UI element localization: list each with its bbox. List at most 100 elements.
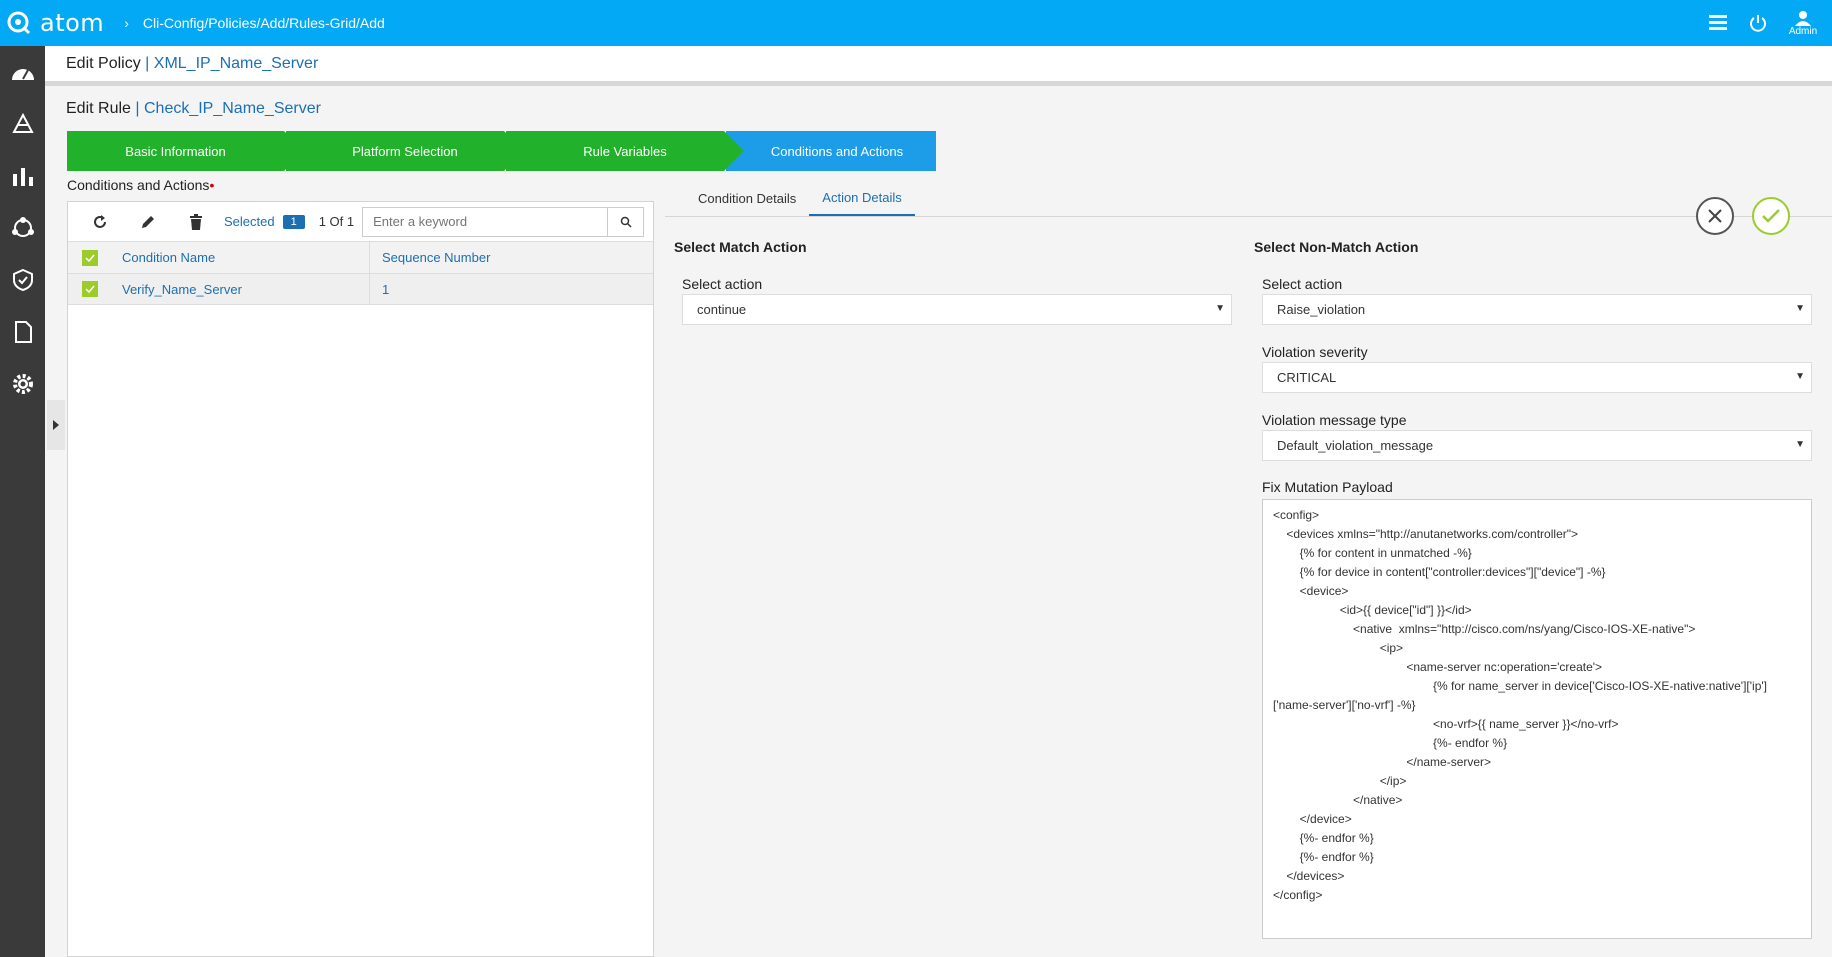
sidebar-item-resources[interactable] [0, 98, 45, 150]
conditions-title: Conditions and Actions• [67, 177, 214, 193]
condition-name-cell[interactable]: Verify_Name_Server [112, 274, 370, 304]
violation-message-type-value: Default_violation_message [1277, 438, 1434, 453]
chevron-right-icon [53, 420, 59, 430]
breadcrumb-separator: › [124, 15, 129, 31]
document-icon [14, 321, 32, 343]
non-match-action-value: Raise_violation [1277, 302, 1366, 317]
search-box [362, 206, 645, 237]
rule-separator: | [135, 100, 140, 117]
user-menu[interactable]: Admin [1778, 10, 1828, 37]
sidebar-item-settings[interactable] [0, 358, 45, 410]
search-icon [620, 216, 632, 228]
refresh-icon [94, 214, 106, 228]
step-conditions-and-actions[interactable]: Conditions and Actions [726, 131, 936, 171]
dashboard-icon [11, 69, 34, 80]
sidebar-item-dashboard[interactable] [0, 46, 45, 98]
select-all-checkbox[interactable] [68, 249, 112, 266]
sidebar-item-topology[interactable] [0, 202, 45, 254]
fix-mutation-payload-textarea[interactable]: <config> <devices xmlns="http://anutanet… [1262, 499, 1812, 939]
close-icon [1708, 209, 1722, 223]
rule-name: Check_IP_Name_Server [143, 100, 321, 117]
rule-prefix: Edit Rule [66, 100, 131, 117]
match-action-label: Select action [682, 276, 763, 292]
non-match-action-label: Select action [1262, 276, 1343, 292]
breadcrumb[interactable]: Cli-Config/Policies/Add/Rules-Grid/Add [143, 15, 385, 31]
grid-toolbar: Selected 1 1 Of 1 [68, 202, 653, 242]
atom-logo[interactable]: atom [6, 9, 104, 37]
edit-button[interactable] [124, 203, 172, 241]
caret-down-icon: ▼ [1795, 439, 1805, 450]
cancel-button[interactable] [1696, 197, 1734, 235]
caret-down-icon: ▼ [1795, 303, 1805, 314]
table-row[interactable]: Verify_Name_Server 1 [68, 274, 653, 305]
sidebar-item-documents[interactable] [0, 306, 45, 358]
trash-icon [190, 213, 202, 230]
wizard-steps: Basic Information Platform Selection Rul… [67, 131, 936, 171]
non-match-action-title: Select Non-Match Action [1254, 239, 1419, 255]
tab-action-details[interactable]: Action Details [809, 180, 915, 216]
analytics-icon [12, 168, 33, 186]
sidebar-item-compliance[interactable] [0, 254, 45, 306]
non-match-action-select[interactable]: Raise_violation ▼ [1262, 294, 1812, 325]
match-action-value: continue [697, 302, 747, 317]
delete-button[interactable] [172, 203, 220, 241]
refresh-button[interactable] [76, 203, 124, 241]
step-platform-selection[interactable]: Platform Selection [286, 131, 524, 171]
compliance-icon [12, 268, 33, 292]
top-bar: atom › Cli-Config/Policies/Add/Rules-Gri… [0, 0, 1832, 46]
resources-icon [11, 112, 34, 133]
sidebar [0, 46, 45, 957]
violation-severity-label: Violation severity [1262, 344, 1368, 360]
checkmark-icon [85, 254, 95, 262]
match-action-title: Select Match Action [674, 239, 807, 255]
brand-name: atom [40, 9, 105, 37]
power-icon[interactable] [1738, 0, 1778, 46]
step-label: Platform Selection [352, 143, 458, 159]
rule-header: Edit Rule | Check_IP_Name_Server [66, 100, 321, 118]
settings-icon [12, 374, 33, 394]
checkmark-icon [1762, 209, 1780, 223]
selected-label: Selected [224, 214, 275, 229]
policy-prefix: Edit Policy [66, 54, 141, 72]
selected-count-badge: 1 [282, 214, 305, 229]
search-button[interactable] [607, 207, 643, 236]
conditions-title-text: Conditions and Actions [67, 177, 210, 193]
violation-message-type-select[interactable]: Default_violation_message ▼ [1262, 430, 1812, 461]
sidebar-expand-toggle[interactable] [47, 400, 65, 450]
column-condition-name[interactable]: Condition Name [112, 242, 370, 273]
topology-icon [11, 217, 34, 237]
pencil-icon [142, 215, 154, 228]
step-rule-variables[interactable]: Rule Variables [506, 131, 744, 171]
details-tabs: Condition Details Action Details [665, 177, 1832, 217]
user-icon [1795, 10, 1811, 26]
tab-condition-details[interactable]: Condition Details [685, 180, 809, 216]
sequence-number-cell: 1 [382, 281, 390, 297]
search-input[interactable] [363, 207, 608, 236]
atom-logo-icon [7, 11, 31, 35]
page-count: 1 Of 1 [318, 214, 355, 229]
step-label: Rule Variables [583, 143, 667, 159]
caret-down-icon: ▼ [1215, 303, 1225, 314]
details-panel: Condition Details Action Details Select … [665, 177, 1832, 957]
save-button[interactable] [1752, 197, 1790, 235]
step-label: Basic Information [125, 143, 226, 159]
conditions-grid: Selected 1 1 Of 1 Condition Name Sequenc… [67, 201, 654, 957]
required-indicator: • [209, 177, 215, 193]
column-sequence-number[interactable]: Sequence Number [370, 250, 490, 265]
violation-severity-value: CRITICAL [1277, 370, 1337, 385]
list-icon[interactable] [1698, 0, 1738, 46]
policy-name: XML_IP_Name_Server [153, 54, 319, 72]
match-action-select[interactable]: continue ▼ [682, 294, 1232, 325]
violation-message-type-label: Violation message type [1262, 412, 1407, 428]
checkmark-icon [85, 285, 95, 293]
policy-separator: | [145, 54, 150, 72]
caret-down-icon: ▼ [1795, 371, 1805, 382]
user-label: Admin [1788, 25, 1818, 37]
policy-header: Edit Policy | XML_IP_Name_Server [45, 46, 1832, 86]
grid-header: Condition Name Sequence Number [68, 242, 653, 274]
step-basic-information[interactable]: Basic Information [67, 131, 304, 171]
row-checkbox[interactable] [68, 281, 112, 297]
violation-severity-select[interactable]: CRITICAL ▼ [1262, 362, 1812, 393]
step-label: Conditions and Actions [770, 143, 904, 159]
sidebar-item-analytics[interactable] [0, 150, 45, 202]
